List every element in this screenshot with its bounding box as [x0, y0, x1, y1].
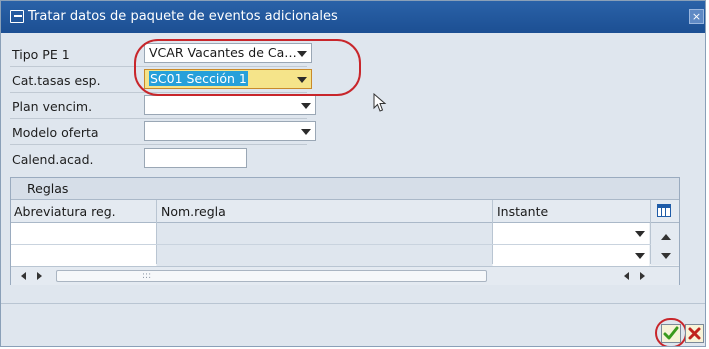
cell-instant[interactable]	[493, 245, 649, 266]
cell-name	[157, 223, 492, 244]
scroll-left-icon[interactable]	[21, 272, 26, 280]
row-divider	[10, 118, 307, 119]
plan-vencim-dropdown[interactable]	[144, 95, 316, 115]
col-header-abbr[interactable]: Abreviatura reg.	[14, 204, 116, 219]
checkmark-icon	[663, 326, 679, 340]
label-tipo-pe: Tipo PE 1	[12, 47, 70, 62]
label-cat-tasas: Cat.tasas esp.	[12, 73, 101, 88]
annotation-highlight-ring	[134, 39, 361, 96]
col-header-name[interactable]: Nom.regla	[161, 204, 226, 219]
scroll-left-icon[interactable]	[624, 272, 629, 280]
scroll-right-icon[interactable]	[37, 272, 42, 280]
scrollbar-grip: :::	[142, 271, 152, 281]
title-bar: Tratar datos de paquete de eventos adici…	[1, 1, 705, 33]
dialog-title: Tratar datos de paquete de eventos adici…	[28, 9, 338, 24]
rules-table: Reglas Abreviatura reg. Nom.regla Instan…	[10, 177, 680, 285]
cell-name	[157, 245, 492, 266]
col-header-instant[interactable]: Instante	[497, 204, 548, 219]
table-caption: Reglas	[11, 178, 679, 200]
table-header: Abreviatura reg. Nom.regla Instante	[11, 200, 679, 223]
scroll-up-icon[interactable]	[661, 234, 671, 240]
label-modelo-oferta: Modelo oferta	[12, 125, 99, 140]
label-plan-vencim: Plan vencim.	[12, 99, 93, 114]
cell-instant[interactable]	[493, 223, 649, 244]
cancel-button[interactable]	[685, 324, 704, 343]
horizontal-scrollbar[interactable]: :::	[11, 266, 679, 285]
vertical-scrollbar[interactable]	[651, 223, 679, 265]
dialog-icon	[10, 10, 24, 23]
chevron-down-icon[interactable]	[301, 129, 311, 135]
scroll-right-icon[interactable]	[640, 272, 645, 280]
close-button[interactable]: ×	[689, 9, 704, 24]
cell-abbr[interactable]	[11, 223, 156, 244]
row-divider	[10, 144, 307, 145]
table-row	[11, 223, 651, 245]
footer-divider	[1, 303, 705, 304]
modelo-oferta-dropdown[interactable]	[144, 121, 316, 141]
label-calend-acad: Calend.acad.	[12, 152, 94, 167]
chevron-down-icon[interactable]	[301, 103, 311, 109]
scroll-down-icon[interactable]	[661, 253, 671, 259]
mouse-pointer-icon	[373, 93, 387, 112]
cancel-x-icon	[688, 327, 701, 340]
chevron-down-icon[interactable]	[635, 253, 645, 259]
calend-acad-input[interactable]	[144, 148, 247, 168]
cell-abbr[interactable]	[11, 245, 156, 266]
scrollbar-thumb[interactable]: :::	[56, 270, 487, 282]
chevron-down-icon[interactable]	[635, 231, 645, 237]
table-row	[11, 245, 651, 267]
table-settings-icon[interactable]	[657, 204, 671, 217]
dialog-window: Tratar datos de paquete de eventos adici…	[0, 0, 706, 347]
confirm-button[interactable]	[661, 324, 681, 343]
